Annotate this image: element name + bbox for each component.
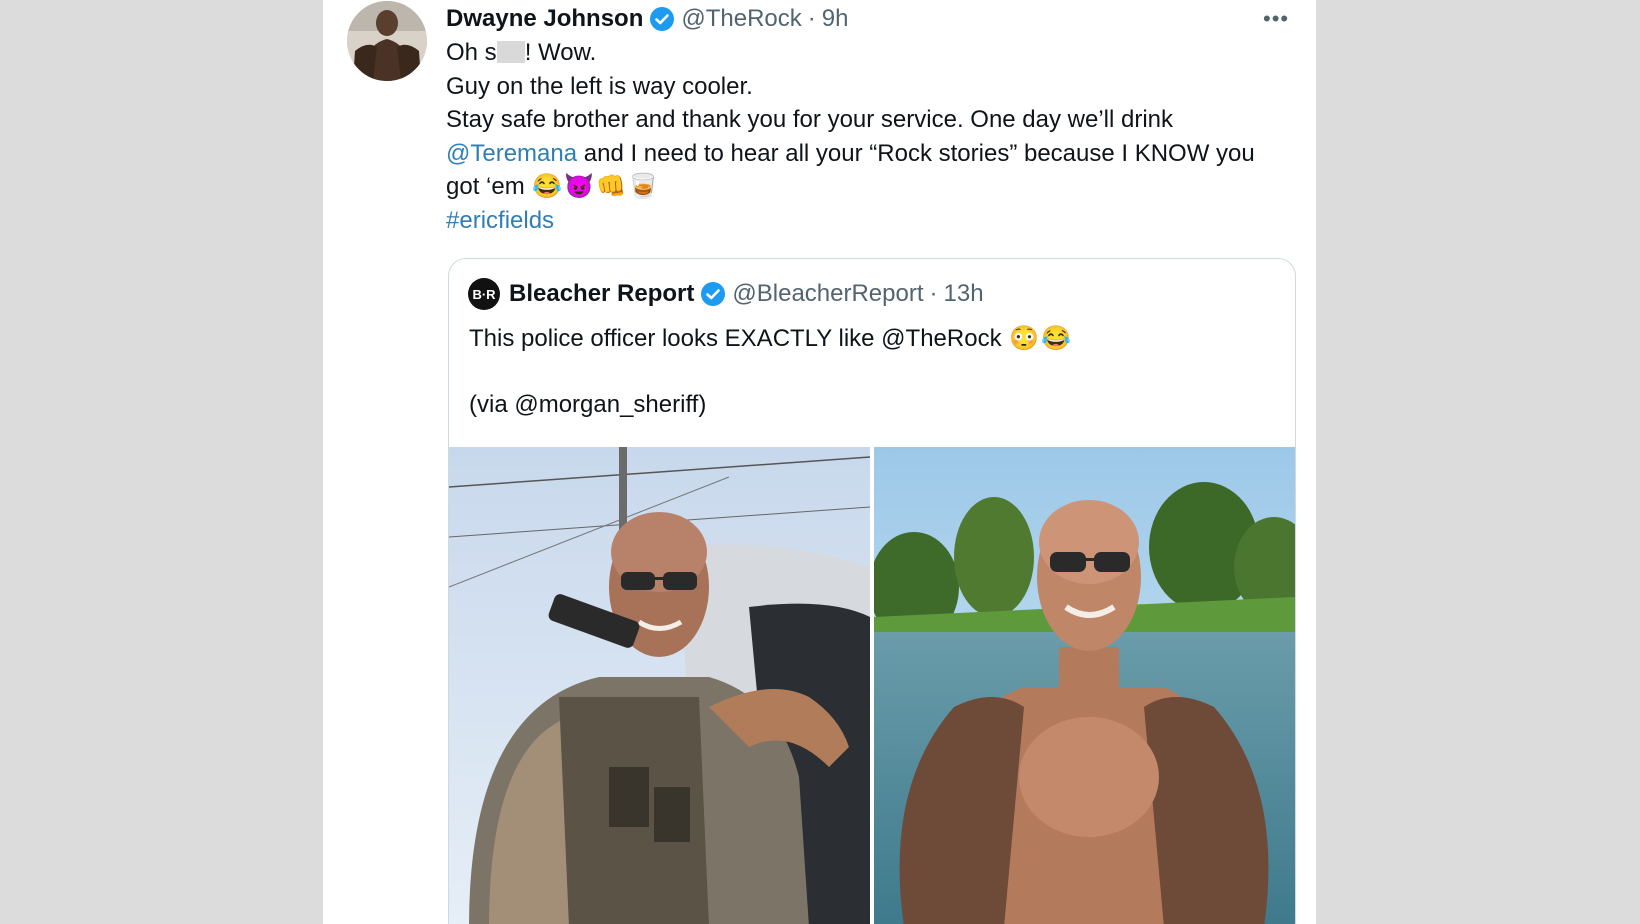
text-segment: got ‘em xyxy=(446,173,532,200)
censor-blur xyxy=(496,41,525,63)
quoted-tweet[interactable]: B·R Bleacher Report @BleacherReport · 13… xyxy=(448,258,1296,924)
tweet-time[interactable]: 9h xyxy=(822,5,849,33)
smiling-devil-emoji: 😈 xyxy=(564,173,595,200)
fist-bump-emoji: 👊 xyxy=(596,173,627,200)
quoted-line-2: (via @morgan_sheriff) xyxy=(469,391,707,418)
hashtag-link[interactable]: #ericfields xyxy=(446,207,554,234)
photo-the-rock[interactable] xyxy=(874,447,1295,924)
bleacher-report-logo[interactable]: B·R xyxy=(468,278,500,310)
tweet-line-4: @Teremana and I need to hear all your “R… xyxy=(446,137,1296,171)
quoted-header: B·R Bleacher Report @BleacherReport · 13… xyxy=(468,278,984,310)
text-segment: and I need to hear all your “Rock storie… xyxy=(577,139,1255,167)
verified-icon xyxy=(700,281,726,307)
flushed-face-emoji: 😳 xyxy=(1009,325,1040,352)
quoted-blank-line xyxy=(469,355,1269,388)
verified-icon xyxy=(649,6,675,32)
tweet-line-3: Stay safe brother and thank you for your… xyxy=(446,106,1174,133)
text-segment: Oh s xyxy=(446,39,497,66)
tears-of-joy-emoji: 😂 xyxy=(1041,325,1072,352)
quoted-author-handle[interactable]: @BleacherReport xyxy=(732,280,923,308)
author-name[interactable]: Dwayne Johnson xyxy=(446,5,643,33)
tweet-line-2: Guy on the left is way cooler. xyxy=(446,72,753,100)
tweet-header: Dwayne Johnson @TheRock · 9h xyxy=(446,5,849,33)
text-segment: This police officer looks EXACTLY like @… xyxy=(469,325,1009,352)
photo-police-officer[interactable] xyxy=(449,447,870,924)
tears-of-joy-emoji: 😂 xyxy=(532,173,563,200)
quoted-line-1: This police officer looks EXACTLY like @… xyxy=(469,322,1269,355)
tumbler-glass-emoji: 🥃 xyxy=(628,173,659,200)
quoted-time[interactable]: 13h xyxy=(944,280,984,308)
more-options-icon[interactable]: ••• xyxy=(1263,6,1289,32)
text-segment: ! Wow. xyxy=(524,39,597,66)
meta-separator: · xyxy=(807,5,816,32)
quoted-text: This police officer looks EXACTLY like @… xyxy=(469,322,1269,421)
quoted-media xyxy=(449,447,1295,924)
quoted-author-name[interactable]: Bleacher Report xyxy=(509,280,694,308)
author-avatar[interactable] xyxy=(347,1,427,81)
tweet-line-6: #ericfields xyxy=(446,204,1296,238)
mention-link[interactable]: @Teremana xyxy=(446,140,577,167)
meta-separator: · xyxy=(929,280,938,307)
author-handle[interactable]: @TheRock xyxy=(681,5,801,33)
tweet-text: Oh s ! Wow. Guy on the left is way cooler… xyxy=(446,36,1296,237)
tweet-card: Dwayne Johnson @TheRock · 9h ••• Oh s ! W… xyxy=(323,0,1316,924)
tweet-line-1: Oh s ! Wow. xyxy=(446,36,1296,70)
tweet-line-5: got ‘em 😂😈👊🥃 xyxy=(446,170,1296,204)
